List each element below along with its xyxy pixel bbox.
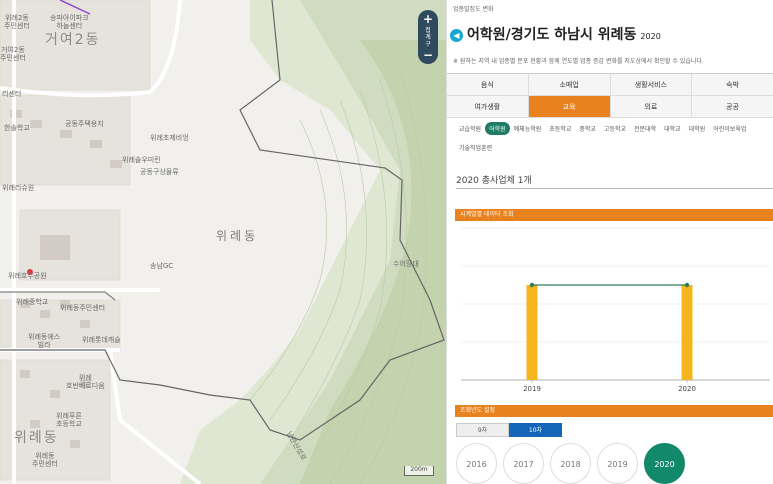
map-label: 한솔학교 xyxy=(4,124,30,132)
map-label: 위례중학교 xyxy=(16,298,49,306)
urban-blocks xyxy=(0,0,151,481)
year-button[interactable]: 2018 xyxy=(550,443,591,484)
map-label: 위례동 xyxy=(216,229,259,243)
map-label: 위례초제비엉 xyxy=(150,134,189,142)
map-label: 위례리슈원 xyxy=(2,184,35,192)
map-label: 위례동 xyxy=(14,430,59,446)
category-tab[interactable]: 여가생활 xyxy=(447,96,529,118)
map-label: 송파아이파크 하늘센터 xyxy=(50,14,89,31)
category-tab[interactable]: 의료 xyxy=(610,96,693,118)
series-toggle-button[interactable]: 9차 xyxy=(456,423,509,437)
map-label: 위례롯데캐슬 xyxy=(82,336,121,344)
subcategory-item[interactable]: 대학원 xyxy=(685,122,710,135)
map-label: 거여2동 주민센터 xyxy=(0,46,26,63)
divider xyxy=(456,188,773,189)
page-title-year: 2020 xyxy=(640,32,661,41)
zoom-control: + 접계구 − xyxy=(418,10,438,64)
subcategory-item[interactable]: 교습학원 xyxy=(455,122,485,135)
total-business-count: 2020 총사업체 1개 xyxy=(456,176,532,186)
category-tab[interactable]: 공공 xyxy=(692,96,773,118)
category-tab[interactable]: 교육 xyxy=(528,96,611,118)
subcategory-item[interactable]: 전문대학 xyxy=(630,122,660,135)
subcategory-item[interactable]: 고등학교 xyxy=(600,122,630,135)
x-tick-label: 2020 xyxy=(678,385,696,393)
map-label: 수어장대 xyxy=(393,260,419,268)
category-tab[interactable]: 소매업 xyxy=(528,74,611,96)
category-tab[interactable]: 숙박 xyxy=(692,74,773,96)
map-label: 거여2동 xyxy=(45,32,101,48)
category-tab[interactable]: 생활서비스 xyxy=(610,74,693,96)
zoom-label: 접계구 xyxy=(425,26,431,48)
year-button[interactable]: 2017 xyxy=(503,443,544,484)
panel-description: ※ 원하는 지역 내 업종별 분포 현황과 함께 연도별 업종 증감 변화를 지… xyxy=(453,58,704,65)
year-button[interactable]: 2019 xyxy=(597,443,638,484)
zoom-out-button[interactable]: − xyxy=(423,49,433,61)
chart-bar xyxy=(526,285,538,380)
back-arrow-icon[interactable]: ◀ xyxy=(450,29,463,42)
series-toggle-button[interactable]: 10차 xyxy=(509,423,562,437)
subcategory-item[interactable]: 예체능학원 xyxy=(510,122,546,135)
subcategory-item[interactable]: 중학교 xyxy=(575,122,600,135)
timeseries-header: 시계열별 데이터 조회 xyxy=(455,209,773,221)
year-button[interactable]: 2020 xyxy=(644,443,685,484)
map-label: 공동주택용지 xyxy=(65,120,104,128)
map-label: 리센터 xyxy=(2,90,22,98)
subcategory-list: 교습학원 어학원 예체능학원 초등학교 중학교 고등학교 전문대학 대학교 대학원 어린이보육업기… xyxy=(455,122,771,154)
chart-svg: 2019 2020 xyxy=(461,227,770,393)
map-label: 송남GC xyxy=(150,262,174,270)
map-scale: 200m xyxy=(404,466,434,476)
category-tabs: 음식 소매업 생활서비스 숙박여가생활 교육 의료 공공 xyxy=(447,73,773,118)
subcategory-item[interactable]: 초등학교 xyxy=(545,122,575,135)
map-label: 위례호수공원 xyxy=(8,272,47,280)
chart-bar xyxy=(681,285,693,380)
map-view[interactable]: 위례2동 주민센터 거여2동 송파아이파크 하늘센터 거여2동 주민센터 리센터 한솔… xyxy=(0,0,446,484)
map-label: 위례2동 주민센터 xyxy=(4,14,30,31)
map-label: 위례솔우미린 xyxy=(122,156,161,164)
page-title: 어학원/경기도 하남시 위례동 2020 xyxy=(467,24,661,44)
timeseries-chart: 2019 2020 xyxy=(455,222,773,398)
year-selector: 2016 2017 2018 2019 2020 xyxy=(456,443,685,484)
map-label: 위례동에스 빌라 xyxy=(28,333,61,350)
year-setting-header: 조회년도 설정 xyxy=(455,405,773,417)
subcategory-item[interactable]: 기술직업훈련 xyxy=(455,141,496,154)
chart-point xyxy=(529,282,535,288)
map-label: 위례 호반베르디움 xyxy=(66,374,105,391)
map-label: 위례푸른 초등학교 xyxy=(56,412,82,429)
breadcrumb: 업종밀집도 변화 xyxy=(453,6,494,13)
page-title-text: 어학원/경기도 하남시 위례동 xyxy=(467,27,637,43)
map-label: 위례동주민센터 xyxy=(60,304,106,312)
subcategory-item[interactable]: 대학교 xyxy=(660,122,685,135)
subcategory-item[interactable]: 어린이보육업 xyxy=(709,122,750,135)
subcategory-item[interactable]: 어학원 xyxy=(485,122,510,135)
info-panel: 업종밀집도 변화 ◀ 어학원/경기도 하남시 위례동 2020 ※ 원하는 지역 … xyxy=(446,0,773,484)
map-label: 공동구상물류 xyxy=(140,168,179,176)
year-button[interactable]: 2016 xyxy=(456,443,497,484)
x-tick-label: 2019 xyxy=(523,385,541,393)
map-label: 위례동주민센터 xyxy=(32,452,58,469)
chart-point xyxy=(684,282,690,288)
category-tab[interactable]: 음식 xyxy=(447,74,529,96)
series-toggle: 9차 10차 xyxy=(456,423,562,437)
zoom-in-button[interactable]: + xyxy=(423,13,433,25)
